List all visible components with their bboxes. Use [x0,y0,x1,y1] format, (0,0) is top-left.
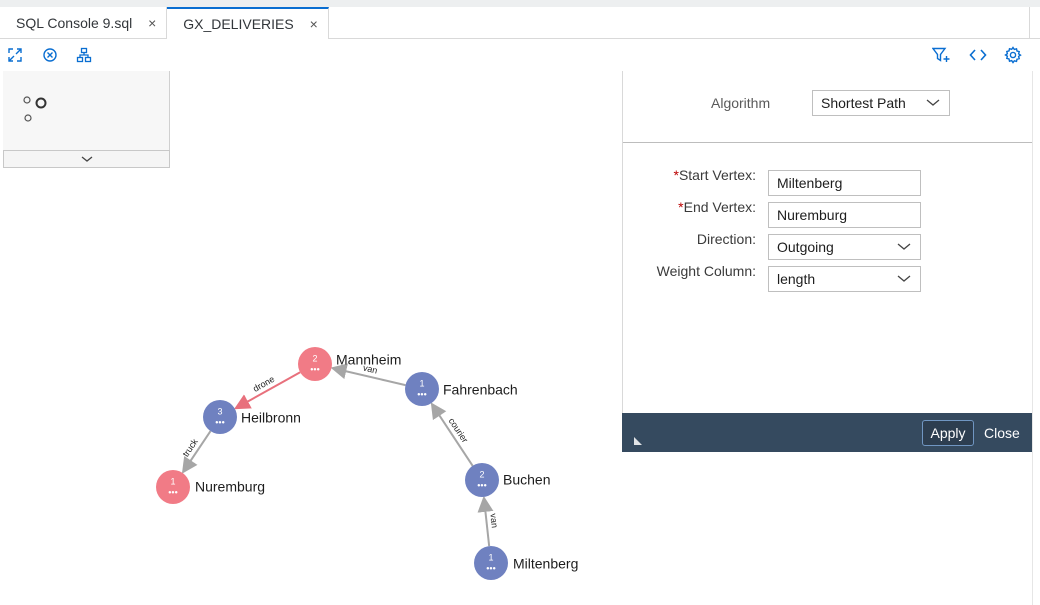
edge-label: van [488,513,500,529]
weight-column-select[interactable]: length [768,266,921,292]
vertex-count: 3 [217,406,222,416]
chevron-down-icon [926,99,940,106]
graph-vertex[interactable]: 1••• Miltenberg [474,546,578,580]
expand-icon[interactable] [3,43,27,67]
vertex-more-icon[interactable]: ••• [215,417,224,427]
vertex-count: 2 [479,469,484,479]
clear-icon[interactable] [38,43,62,67]
close-button[interactable]: Close [984,420,1020,446]
graph-vertex[interactable]: 2••• Mannheim [298,347,401,381]
end-vertex-input[interactable]: Nuremburg [768,202,921,228]
algorithm-panel: Algorithm Shortest Path *Start Vertex: M… [622,71,1033,452]
hierarchy-icon[interactable] [72,43,96,67]
start-vertex-value: Miltenberg [777,175,843,191]
vertex-count: 1 [170,476,175,486]
start-vertex-label-text: Start Vertex: [678,167,756,183]
minimap-collapse-button[interactable] [3,150,170,168]
vertex-count: 1 [488,552,493,562]
editor-tab-bar: SQL Console 9.sql × GX_DELIVERIES × [0,7,1040,39]
tab-bar-spacer [329,7,1030,38]
start-vertex-label: *Start Vertex: [616,167,757,183]
vertex-more-icon[interactable]: ••• [310,364,319,374]
vertex-label: Mannheim [336,352,401,368]
graph-vertex[interactable]: 2••• Buchen [465,463,550,497]
tab-gx-deliveries[interactable]: GX_DELIVERIES × [167,7,329,39]
graph-vertex[interactable]: 1••• Fahrenbach [405,372,518,406]
vertex-label: Buchen [503,472,550,488]
vertex-count: 2 [312,353,317,363]
algorithm-row: Algorithm Shortest Path [623,71,1033,143]
tab-label: SQL Console 9.sql [16,15,133,31]
chevron-down-icon [81,156,92,162]
graph-vertex[interactable]: 3••• Heilbronn [203,400,301,434]
vertex-label: Nuremburg [195,479,265,495]
panel-footer: Apply Close [622,413,1032,452]
direction-select[interactable]: Outgoing [768,234,921,260]
graph-vertex[interactable]: 1••• Nuremburg [156,470,265,504]
weight-column-value: length [777,271,816,287]
vertex-label: Miltenberg [513,556,578,572]
window-top-strip [0,0,1040,7]
minimap-nodes [23,96,47,122]
edge-label: truck [181,436,200,458]
vertex-count: 1 [419,378,424,388]
graph-edge[interactable] [477,495,494,547]
end-vertex-label: *End Vertex: [616,199,756,215]
edge-label: drone [251,374,276,394]
settings-icon[interactable] [1001,43,1025,67]
code-icon[interactable] [966,43,990,67]
vertex-more-icon[interactable]: ••• [486,563,495,573]
vertex-more-icon[interactable]: ••• [417,389,426,399]
close-icon[interactable]: × [146,15,158,31]
vertex-label: Heilbronn [241,410,301,426]
end-vertex-value: Nuremburg [777,207,848,223]
algorithm-label: Algorithm [711,95,771,111]
vertices-layer: 2•••Mannheim1••• Fahrenbach3••• Heilbronn1… [156,347,578,580]
right-edge-strip [1032,71,1040,605]
resize-grip-icon[interactable] [634,437,642,445]
filter-add-icon[interactable] [929,43,953,67]
close-icon[interactable]: × [308,16,320,32]
end-vertex-label-text: End Vertex: [683,199,756,215]
apply-button[interactable]: Apply [922,420,974,446]
vertex-more-icon[interactable]: ••• [477,480,486,490]
start-vertex-input[interactable]: Miltenberg [768,170,921,196]
algorithm-value: Shortest Path [821,95,906,111]
vertex-more-icon[interactable]: ••• [168,487,177,497]
weight-column-label: Weight Column: [656,263,756,279]
chevron-down-icon [897,275,911,282]
tab-label: GX_DELIVERIES [183,16,294,32]
algorithm-select[interactable]: Shortest Path [812,90,950,116]
vertex-label: Fahrenbach [443,382,518,398]
tab-sql-console[interactable]: SQL Console 9.sql × [0,7,168,39]
direction-label: Direction: [696,231,756,247]
chevron-down-icon [897,243,911,250]
graph-toolbar [0,39,1040,71]
direction-value: Outgoing [777,239,834,255]
